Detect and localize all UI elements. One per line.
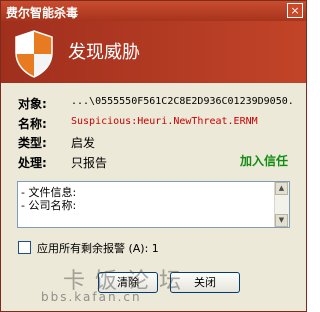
shield-icon: [15, 30, 53, 78]
scroll-down-icon[interactable]: ▼: [275, 214, 288, 227]
apply-all-label: 应用所有剩余报警 (A): 1: [37, 242, 159, 255]
action-value: 只报告: [71, 156, 108, 170]
alert-dialog: 费尔智能杀毒 × 发现威胁 对象: ...\0555550F561C2C8E2D…: [0, 0, 307, 312]
type-value: 启发: [71, 136, 96, 150]
header-title: 发现威胁: [68, 42, 140, 63]
title-bar[interactable]: 费尔智能杀毒 ×: [1, 1, 306, 21]
file-info-box[interactable]: - 文件信息: - 公司名称: ▲ ▼: [17, 181, 290, 228]
window-title: 费尔智能杀毒: [6, 6, 79, 20]
object-label: 对象:: [18, 97, 47, 111]
name-label: 名称:: [18, 117, 47, 131]
apply-all-checkbox[interactable]: [18, 241, 31, 254]
add-trust-link[interactable]: 加入信任: [240, 152, 288, 169]
apply-all-row[interactable]: 应用所有剩余报警 (A): 1: [18, 240, 159, 256]
watermark-url: bbs.kafan.cn: [41, 290, 142, 304]
object-value: ...\0555550F561C2C8E2D936C01239D9050.: [71, 96, 294, 107]
threat-header: 发现威胁: [1, 21, 306, 83]
action-label: 处理:: [18, 156, 47, 170]
scrollbar[interactable]: ▲ ▼: [274, 182, 289, 227]
scroll-up-icon[interactable]: ▲: [275, 182, 288, 195]
company-name-line: - 公司名称:: [21, 199, 77, 212]
threat-name-value: Suspicious:Heuri.NewThreat.ERNM: [71, 116, 258, 127]
close-icon[interactable]: ×: [287, 3, 303, 18]
type-label: 类型:: [18, 136, 47, 150]
